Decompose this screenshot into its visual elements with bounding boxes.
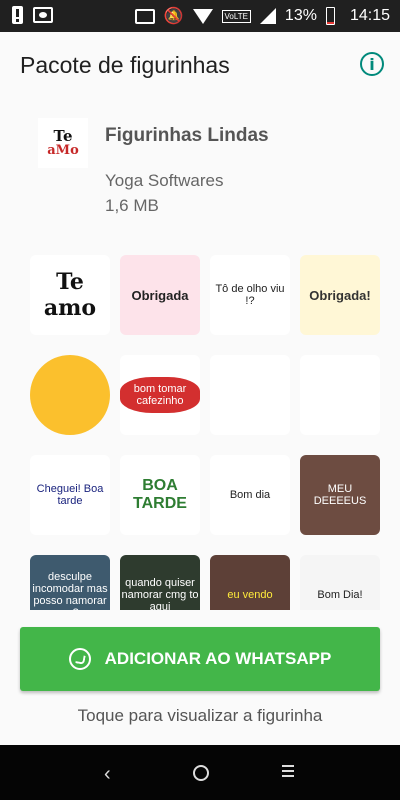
sticker-item[interactable]: MEU DEEEEUS	[300, 455, 380, 535]
preview-hint: Toque para visualizar a figurinha	[77, 706, 323, 725]
mute-icon: 🔕	[163, 8, 184, 25]
screenshot-icon	[33, 7, 53, 23]
sticker-item[interactable]: desculpe incomodar mas posso namorar vc?	[30, 555, 110, 610]
sticker-text: Obrigada!	[309, 287, 371, 303]
sticker-text: Cheguei! Boa tarde	[36, 483, 104, 507]
battery-percent: 13%	[284, 7, 317, 24]
app-bar: Pacote de figurinhas i	[0, 32, 400, 98]
sticker-text: Te amo	[43, 269, 97, 321]
sticker-item[interactable]: Te amo	[30, 255, 110, 335]
sticker-text: bom tomar cafezinho	[120, 377, 200, 413]
add-button-label: ADICIONAR AO WHATSAPP	[104, 649, 332, 668]
home-icon[interactable]	[193, 765, 209, 781]
pack-icon-text-top: Te	[53, 127, 73, 145]
cast-icon	[134, 8, 155, 24]
sticker-item[interactable]: BOA TARDE	[120, 455, 200, 535]
sticker-item[interactable]: Bom dia	[210, 455, 290, 535]
bottom-panel: ADICIONAR AO WHATSAPP Toque para visuali…	[0, 610, 400, 745]
sticker-text: Bom dia	[229, 489, 271, 501]
sticker-item[interactable]	[300, 355, 380, 435]
sticker-item[interactable]: eu vendo	[210, 555, 290, 610]
sticker-text: MEU DEEEEUS	[313, 483, 367, 507]
sticker-item[interactable]: Bom Dia!	[300, 555, 380, 610]
pack-icon: Te aMo	[38, 118, 88, 168]
pack-icon-text-bottom: aMo	[47, 143, 79, 158]
sticker-item[interactable]: bom tomar cafezinho	[120, 355, 200, 435]
sticker-item[interactable]	[30, 355, 110, 435]
back-icon[interactable]: ‹	[104, 763, 111, 786]
alert-icon	[12, 6, 23, 24]
sticker-item[interactable]: Tô de olho viu !?	[210, 255, 290, 335]
sticker-item[interactable]	[210, 355, 290, 435]
whatsapp-icon	[68, 648, 91, 670]
sticker-text: quando quiser namorar cmg to aqui	[121, 577, 199, 610]
sticker-item[interactable]: Obrigada!	[300, 255, 380, 335]
pack-name: Figurinhas Lindas	[105, 125, 269, 146]
sticker-item[interactable]: Cheguei! Boa tarde	[30, 455, 110, 535]
sticker-text: Obrigada	[131, 287, 189, 303]
sticker-grid: Te amo Obrigada Tô de olho viu !? Obrigada!…	[20, 250, 390, 610]
battery-icon	[325, 7, 335, 25]
info-icon[interactable]: i	[360, 52, 384, 76]
sticker-text: eu vendo	[227, 589, 273, 601]
add-to-whatsapp-button[interactable]: ADICIONAR AO WHATSAPP	[20, 627, 380, 691]
navigation-bar: ‹	[0, 745, 400, 800]
sticker-text: Tô de olho viu !?	[215, 283, 285, 307]
signal-icon	[259, 8, 276, 24]
sticker-text: desculpe incomodar mas posso namorar vc?	[32, 571, 108, 610]
sticker-item[interactable]: Obrigada	[120, 255, 200, 335]
status-time: 14:15	[349, 7, 390, 24]
sticker-text: Bom Dia!	[317, 589, 363, 601]
status-bar: 🔕 VoLTE 13% 14:15	[0, 0, 400, 32]
page-title: Pacote de figurinhas	[20, 52, 230, 78]
sticker-item[interactable]: quando quiser namorar cmg to aqui	[120, 555, 200, 610]
pack-size: 1,6 MB	[105, 196, 159, 215]
pack-author: Yoga Softwares	[105, 171, 224, 190]
volte-label: VoLTE	[221, 9, 251, 23]
wifi-icon	[192, 8, 213, 24]
menu-icon[interactable]	[282, 765, 294, 780]
sticker-text: BOA TARDE	[133, 477, 187, 512]
